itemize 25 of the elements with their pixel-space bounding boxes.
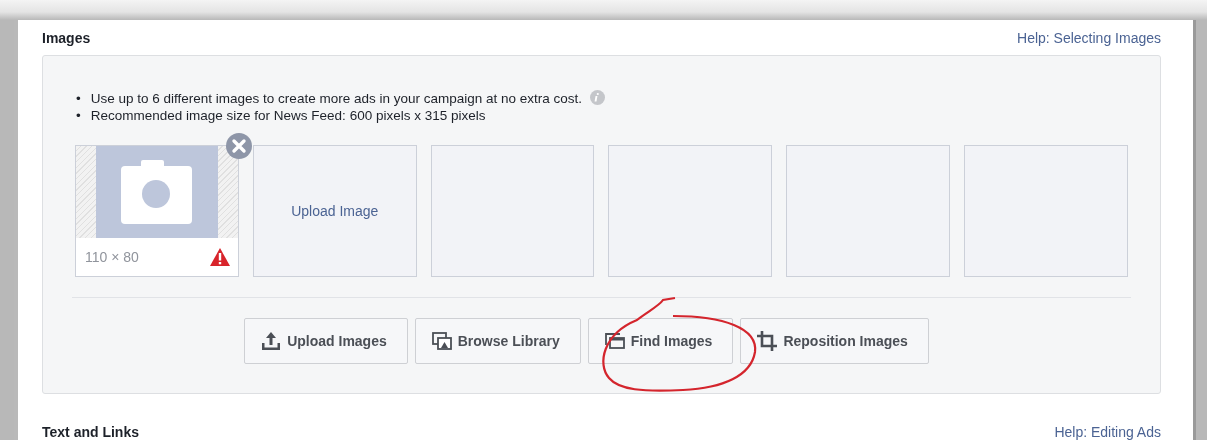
gallery-icon	[431, 332, 452, 350]
info-icon[interactable]	[589, 90, 605, 105]
toolbar-button[interactable]: Find Images	[587, 318, 734, 364]
toolbar-button[interactable]: Upload Images	[244, 318, 408, 364]
help-link[interactable]: Help: Editing Ads	[1054, 423, 1161, 440]
empty-image-slot[interactable]	[964, 145, 1128, 277]
empty-image-slot[interactable]	[786, 145, 951, 277]
bullet-text: Recommended image size for News Feed: 600 pixels x 315 pixels	[90, 108, 486, 123]
section-title: Images	[42, 29, 91, 46]
help-link[interactable]: Help: Selecting Images	[1017, 29, 1161, 46]
upload-image-tile[interactable]: Upload Image	[252, 145, 417, 277]
close-icon[interactable]	[225, 133, 252, 159]
camera-icon	[121, 160, 193, 224]
image-size: 110 × 80	[85, 249, 139, 265]
bullet-text: Use up to 6 different images to create more ads in your campaign at no extra cost.	[90, 91, 583, 106]
bullet-marker: •	[76, 90, 82, 107]
empty-image-slot[interactable]	[430, 145, 595, 277]
stacked-windows-icon	[604, 333, 625, 349]
upload-icon	[261, 331, 282, 351]
empty-image-slot[interactable]	[608, 145, 773, 277]
section-title: Text and Links	[42, 423, 139, 440]
toolbar-button[interactable]: Reposition Images	[740, 318, 929, 364]
bullet-marker: •	[76, 107, 82, 124]
crop-icon	[757, 331, 778, 351]
toolbar-button[interactable]: Browse Library	[414, 318, 581, 364]
